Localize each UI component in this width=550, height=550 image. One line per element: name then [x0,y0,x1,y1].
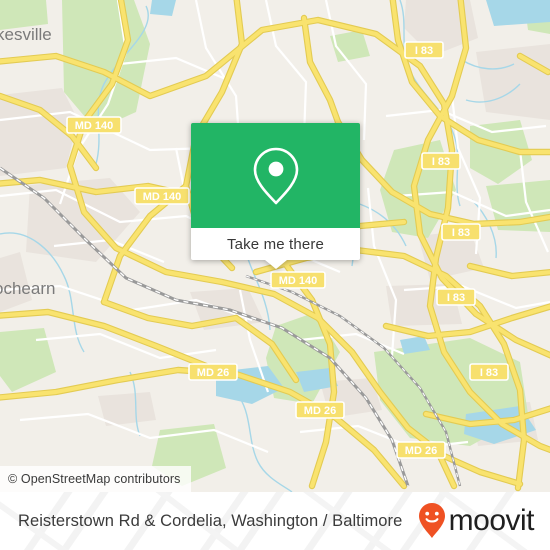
osm-attribution-text: © OpenStreetMap contributors [8,472,181,486]
road-shield: I 83 [441,223,481,241]
place-label: ochearn [0,279,55,298]
road-shield: I 83 [436,288,476,306]
footer-bar: Reisterstown Rd & Cordelia, Washington /… [0,492,550,550]
callout-pin-area [191,123,360,228]
road-shield: MD 26 [188,363,238,381]
road-shield-label: MD 26 [304,405,336,417]
map-pin-icon [253,147,298,204]
map-screenshot-root: kesville ochearn MD 140 MD 140 MD 140 MD 26… [0,0,550,550]
road-shield: MD 26 [396,441,446,459]
road-shield-label: I 83 [415,45,433,57]
road-shield: MD 140 [66,116,122,134]
road-shield: MD 26 [295,401,345,419]
road-shield: I 83 [469,363,509,381]
take-me-there-callout[interactable]: Take me there [191,123,360,269]
callout-tail [264,260,287,269]
road-shield: I 83 [404,41,444,59]
road-shield-label: MD 26 [405,445,437,457]
take-me-there-label: Take me there [227,235,324,253]
moovit-smiley-pin-icon [418,503,445,538]
place-label: kesville [0,25,52,44]
road-shield-label: MD 140 [279,275,318,287]
callout-action-bar[interactable]: Take me there [191,228,360,260]
road-shield-label: I 83 [480,367,498,379]
moovit-brand: moovit [417,502,535,540]
osm-attribution: © OpenStreetMap contributors [0,466,191,492]
road-shield-label: MD 26 [197,367,229,379]
road-shield-label: MD 140 [143,191,182,203]
road-shield-label: I 83 [452,227,470,239]
road-shield: MD 140 [270,271,326,289]
footer-content-row: Reisterstown Rd & Cordelia, Washington /… [0,492,550,550]
road-shield-label: I 83 [447,292,465,304]
moovit-wordmark: moovit [448,504,535,537]
road-shield-label: MD 140 [75,120,114,132]
road-shield: MD 140 [134,187,190,205]
road-shield-label: I 83 [432,156,450,168]
location-title: Reisterstown Rd & Cordelia, Washington /… [18,511,403,530]
road-shield: I 83 [421,152,461,170]
